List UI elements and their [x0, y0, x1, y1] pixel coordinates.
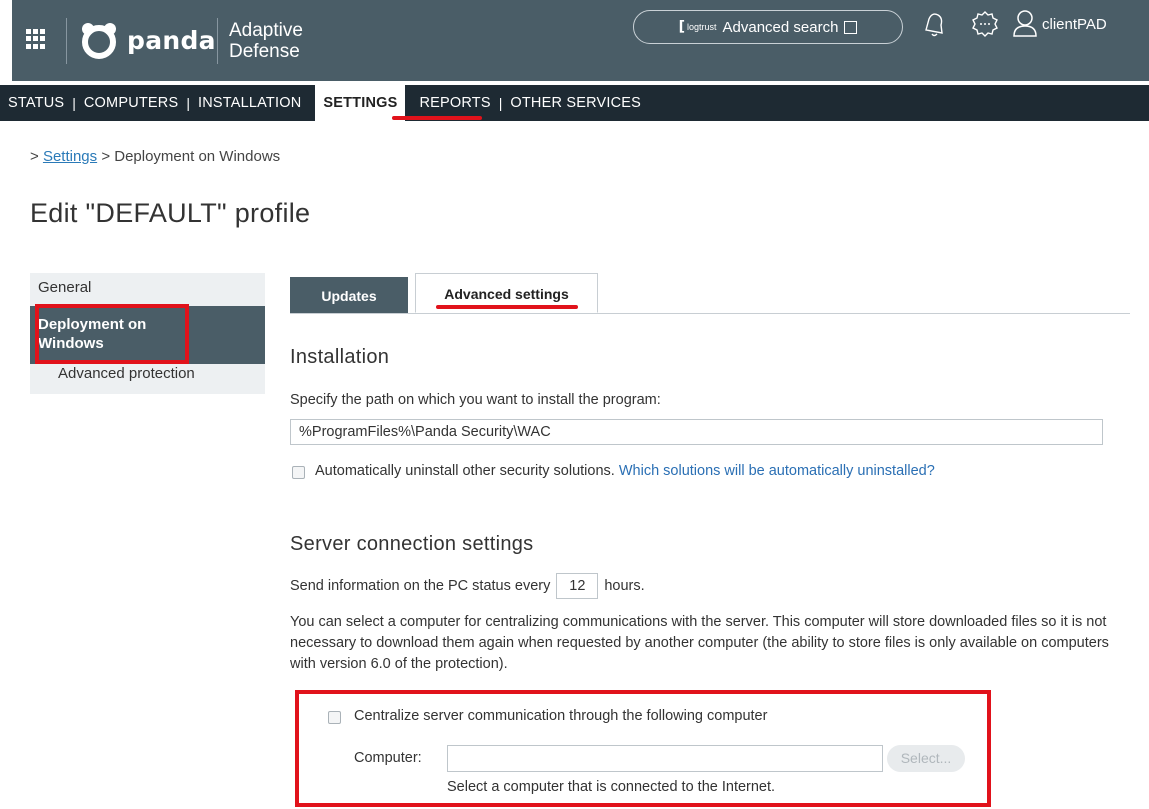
centralize-checkbox[interactable] — [328, 711, 341, 724]
page-title: Edit "DEFAULT" profile — [30, 198, 311, 228]
tab-bar: Updates Advanced settings — [290, 273, 1130, 314]
uninstall-solutions-link[interactable]: Which solutions will be automatically un… — [619, 463, 935, 479]
status-interval-input[interactable]: 12 — [556, 573, 599, 599]
breadcrumb-current: > Deployment on Windows — [101, 148, 281, 165]
notifications-bell-icon[interactable] — [921, 9, 947, 44]
uninstall-label: Automatically uninstall other security s… — [315, 463, 615, 479]
highlight-box — [35, 304, 189, 364]
header-divider — [66, 18, 67, 64]
top-header: panda Adaptive Defense [logtrust Advance… — [12, 0, 1149, 81]
computer-hint: Select a computer that is connected to t… — [447, 779, 776, 795]
computer-label: Computer: — [354, 750, 422, 766]
nav-status[interactable]: STATUS — [0, 85, 72, 121]
advanced-search-label: Advanced search — [722, 18, 839, 36]
product-name: Adaptive Defense — [229, 20, 303, 62]
main-nav: STATUS | COMPUTERS | INSTALLATION SETTIN… — [0, 85, 1149, 121]
installation-heading: Installation — [290, 346, 390, 368]
install-path-input[interactable] — [290, 419, 1103, 445]
panda-logo-icon — [79, 20, 119, 60]
nav-installation[interactable]: INSTALLATION — [190, 85, 309, 121]
server-connection-heading: Server connection settings — [290, 533, 534, 555]
sidebar-item-general[interactable]: General — [30, 273, 265, 306]
centralize-label: Centralize server communication through … — [354, 708, 768, 724]
header-divider — [217, 18, 218, 64]
select-computer-button[interactable]: Select... — [887, 745, 965, 772]
tab-updates[interactable]: Updates — [290, 277, 408, 313]
logo-text: panda — [127, 25, 216, 55]
advanced-search-button[interactable]: [logtrust Advanced search — [633, 10, 903, 44]
settings-gear-icon[interactable] — [970, 9, 1000, 44]
username: clientPAD — [1042, 15, 1107, 33]
user-menu[interactable]: clientPAD — [1012, 9, 1107, 39]
logtrust-logo: [logtrust — [678, 19, 717, 35]
uninstall-checkbox[interactable] — [292, 466, 305, 479]
external-link-icon — [844, 20, 858, 34]
send-info-row: Send information on the PC status every 1… — [290, 573, 645, 599]
breadcrumb-link-settings[interactable]: Settings — [43, 148, 97, 165]
uninstall-label-row: Automatically uninstall other security s… — [315, 463, 935, 479]
nav-other-services[interactable]: OTHER SERVICES — [502, 85, 649, 121]
app-grid-icon[interactable] — [26, 29, 46, 49]
breadcrumb: > Settings > Deployment on Windows — [30, 148, 281, 165]
highlight-underline — [392, 116, 482, 120]
install-path-label: Specify the path on which you want to in… — [290, 392, 661, 408]
computer-input[interactable] — [447, 745, 883, 772]
highlight-underline — [436, 305, 578, 309]
centralize-description: You can select a computer for centralizi… — [290, 614, 1109, 672]
user-icon — [1013, 10, 1037, 37]
nav-computers[interactable]: COMPUTERS — [76, 85, 186, 121]
sidebar-item-advanced-protection[interactable]: Advanced protection — [30, 364, 265, 394]
panda-logo: panda — [79, 20, 216, 60]
